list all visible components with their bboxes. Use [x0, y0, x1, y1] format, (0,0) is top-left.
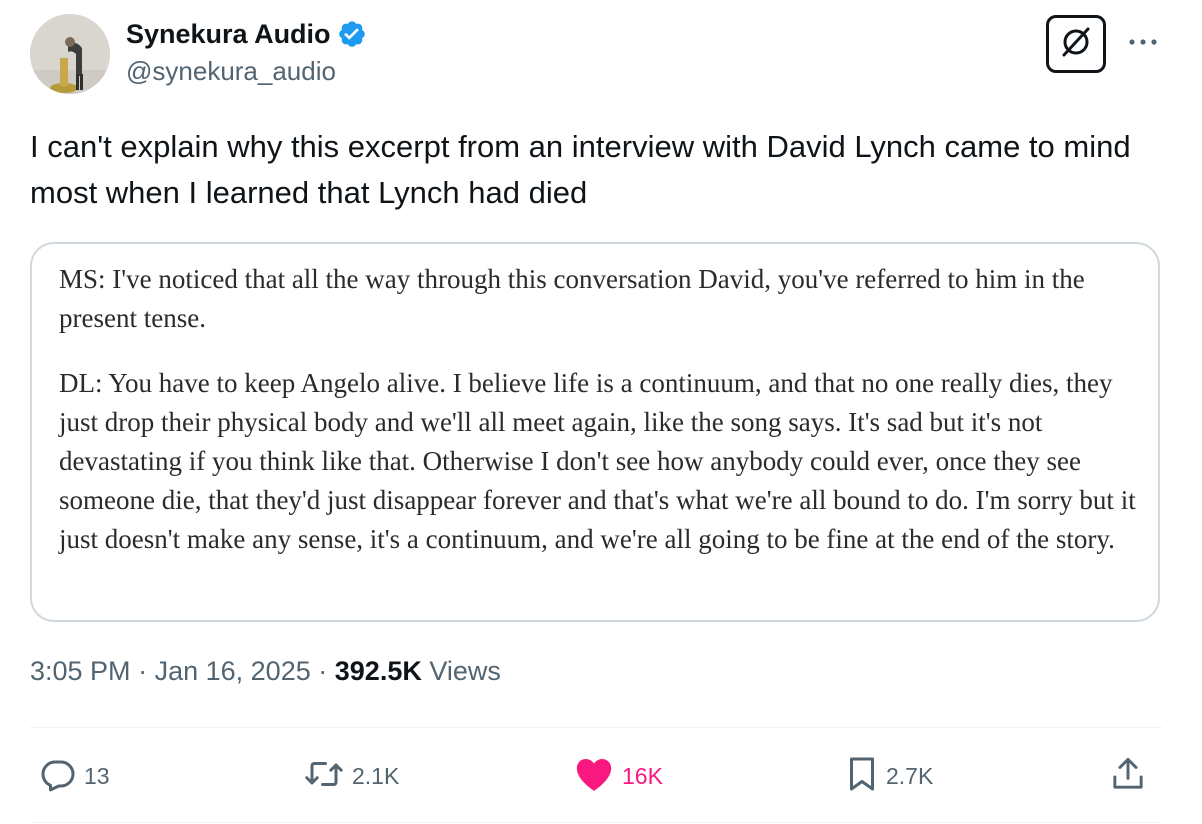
tweet-text: I can't explain why this excerpt from an…	[30, 129, 1131, 210]
quote-paragraph-ms: MS: I've noticed that all the way throug…	[59, 264, 1085, 333]
grok-button[interactable]	[1046, 15, 1106, 73]
verified-badge-icon[interactable]	[337, 19, 367, 49]
meta-separator: ·	[138, 656, 148, 686]
share-button[interactable]	[1110, 756, 1146, 796]
more-button[interactable]	[1124, 28, 1164, 52]
views-count[interactable]: 392.5K	[335, 656, 422, 686]
meta-separator: ·	[318, 656, 328, 686]
author-name-row: Synekura Audio	[126, 16, 367, 52]
quote-image-card[interactable]: MS: I've noticed that all the way throug…	[30, 242, 1160, 622]
bookmark-icon	[846, 756, 878, 797]
avatar[interactable]	[30, 14, 110, 94]
share-icon	[1110, 755, 1146, 798]
author-display-name[interactable]: Synekura Audio	[126, 19, 331, 50]
reply-count: 13	[84, 762, 110, 789]
repost-icon	[304, 756, 344, 797]
tweet-time[interactable]: 3:05 PM	[30, 656, 131, 686]
quote-paragraph-dl: DL: You have to keep Angelo alive. I bel…	[59, 368, 1136, 554]
like-button[interactable]: 16K	[574, 756, 663, 796]
author-handle[interactable]: @synekura_audio	[126, 56, 336, 87]
repost-button[interactable]: 2.1K	[304, 756, 399, 796]
repost-count: 2.1K	[352, 762, 400, 789]
like-count: 16K	[622, 762, 663, 789]
views-label[interactable]: Views	[429, 656, 501, 686]
grok-icon	[1059, 25, 1093, 64]
more-icon	[1124, 39, 1164, 56]
tweet: Synekura Audio @synekura_audio I can't e…	[0, 0, 1202, 824]
bookmark-button[interactable]: 2.7K	[846, 756, 933, 796]
reply-button[interactable]: 13	[40, 756, 110, 796]
bookmark-count: 2.7K	[886, 762, 934, 789]
heart-icon	[574, 756, 614, 797]
divider	[30, 727, 1162, 728]
tweet-date[interactable]: Jan 16, 2025	[155, 656, 311, 686]
tweet-meta: 3:05 PM · Jan 16, 2025 · 392.5K Views	[30, 656, 501, 687]
reply-icon	[40, 756, 76, 797]
divider	[30, 822, 1162, 823]
